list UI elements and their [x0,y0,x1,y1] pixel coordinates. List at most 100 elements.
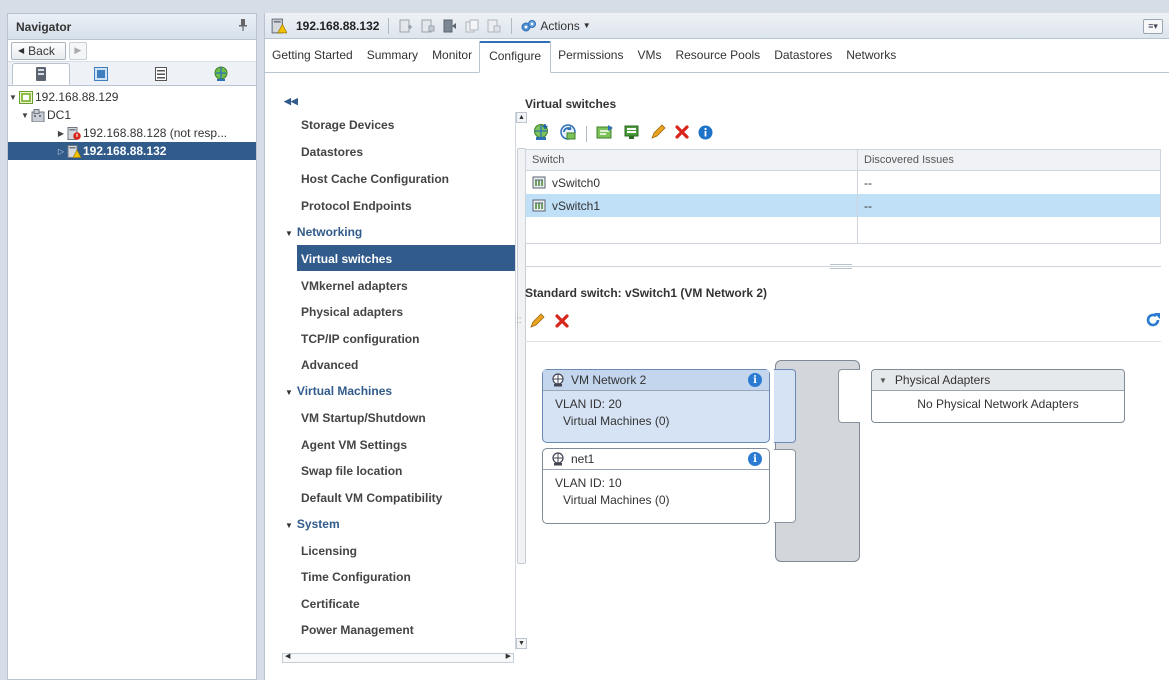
port-group-vm-network-2[interactable]: VM Network 2 i VLAN ID: 20 Virtual Machi… [542,369,770,443]
expand-arrow-icon[interactable]: ▼ [20,111,30,120]
gears-icon [521,19,537,31]
refresh-network-icon[interactable] [559,123,577,144]
tree-item-vcenter[interactable]: ▼ 192.168.88.129 [8,88,256,106]
nav-item-physical-adapters[interactable]: Physical adapters [301,305,403,319]
nav-item-vm-startup-shutdown[interactable]: VM Startup/Shutdown [301,411,426,425]
switch-cell: vSwitch1 [526,194,858,217]
nav-item-host-cache[interactable]: Host Cache Configuration [301,172,449,186]
info-icon[interactable]: i [748,373,762,387]
add-networking-icon[interactable] [532,123,550,144]
nav-group-label: System [296,517,340,531]
tree-item-datacenter[interactable]: ▼ DC1 [8,106,256,124]
tab-networks[interactable]: Networks [839,48,903,72]
tab-getting-started[interactable]: Getting Started [265,48,360,72]
tab-monitor[interactable]: Monitor [425,48,479,72]
manage-physical-adapters-icon[interactable] [623,124,641,143]
nav-item-tcpip-configuration[interactable]: TCP/IP configuration [301,332,419,346]
toolbar-separator [586,125,587,142]
nav-item-advanced[interactable]: Advanced [301,358,358,372]
hosts-and-clusters-tab[interactable] [12,63,70,85]
nav-item-swap-file-location[interactable]: Swap file location [301,464,402,478]
nav-item-default-vm-compatibility[interactable]: Default VM Compatibility [301,491,442,505]
new-vapp-icon[interactable] [420,18,436,34]
tree-item-host-128[interactable]: ▶ 192.168.88.128 (not resp... [8,124,256,142]
nav-horizontal-scrollbar[interactable]: ◀ ▶ [282,653,514,663]
splitter-grip[interactable] [830,264,852,269]
nav-item-storage-devices[interactable]: Storage Devices [301,118,394,132]
nav-item-time-configuration[interactable]: Time Configuration [301,570,411,584]
nav-group-system[interactable]: ▼ System [285,517,340,531]
table-row[interactable]: vSwitch0 -- [526,171,1160,194]
port-group-details: VLAN ID: 10 Virtual Machines (0) [543,470,769,514]
pin-icon[interactable] [238,19,248,34]
nav-item-vmkernel-adapters[interactable]: VMkernel adapters [301,279,408,293]
nav-group-virtual-machines[interactable]: ▼ Virtual Machines [285,384,392,398]
virtual-machines-count: Virtual Machines (0) [563,493,670,507]
switch-name: vSwitch0 [552,175,601,190]
networking-icon [214,66,228,81]
column-header-switch[interactable]: Switch [526,150,858,170]
expand-arrow-icon[interactable]: ▷ [56,147,66,156]
panel-splitter[interactable]: :: [516,315,522,326]
navigator-view-tabs [8,62,256,86]
nav-item-protocol-endpoints[interactable]: Protocol Endpoints [301,199,412,213]
disconnect-icon[interactable] [486,18,502,34]
tab-permissions[interactable]: Permissions [551,48,630,72]
nav-item-agent-vm-settings[interactable]: Agent VM Settings [301,438,407,452]
switch-name: vSwitch1 [552,198,601,213]
info-icon[interactable] [698,125,713,143]
back-button[interactable]: ◀ Back [11,41,66,60]
nav-item-virtual-switches[interactable]: Virtual switches [301,252,392,266]
migrate-adapter-icon[interactable] [596,124,614,143]
nav-item-certificate[interactable]: Certificate [301,597,360,611]
panel-menu-button[interactable]: ≡▾ [1143,19,1163,34]
tab-vms[interactable]: VMs [630,48,668,72]
switch-uplink-port[interactable] [838,369,860,423]
tab-configure[interactable]: Configure [479,41,552,73]
networking-tab[interactable] [192,63,250,85]
port-group-name: net1 [571,452,595,466]
collapse-triangle-icon: ▼ [879,375,887,385]
storage-tab[interactable] [132,63,190,85]
scroll-left-icon[interactable]: ◀ [285,652,290,660]
enter-maintenance-icon[interactable] [442,18,458,34]
switch-port-net1[interactable] [774,449,796,523]
back-button-label: Back [28,43,55,58]
tab-resource-pools[interactable]: Resource Pools [668,48,767,72]
delete-x-icon[interactable] [555,314,569,331]
refresh-icon[interactable] [1145,312,1161,333]
port-group-header: net1 i [543,449,769,470]
reconnect-icon[interactable] [464,18,480,34]
empty-cell [858,217,1160,243]
scroll-right-icon[interactable]: ▶ [506,652,511,660]
info-icon[interactable]: i [748,452,762,466]
collapse-nav-icon[interactable]: ◀◀ [284,96,298,107]
vms-and-templates-tab[interactable] [72,63,130,85]
tab-summary[interactable]: Summary [360,48,425,72]
edit-pencil-icon[interactable] [650,124,666,143]
port-group-net1[interactable]: net1 i VLAN ID: 10 Virtual Machines (0) [542,448,770,524]
nav-group-networking[interactable]: ▼ Networking [285,225,362,239]
actions-menu-button[interactable]: Actions ▼ [521,19,591,33]
divider [525,341,1161,342]
nav-item-licensing[interactable]: Licensing [301,544,357,558]
forward-button[interactable]: ▶ [68,41,87,60]
nav-item-power-management[interactable]: Power Management [301,623,414,637]
tab-datastores[interactable]: Datastores [767,48,839,72]
new-vm-icon[interactable] [398,18,414,34]
delete-x-icon[interactable] [675,125,689,142]
inventory-tree: ▼ 192.168.88.129 ▼ DC1 ▶ 192.168.88.128 … [8,86,256,160]
back-arrow-icon: ◀ [18,46,25,55]
switch-port-vm-network-2[interactable] [774,369,796,443]
toolbar-separator [388,17,390,34]
column-header-discovered-issues[interactable]: Discovered Issues [858,150,1160,170]
nav-group-label: Virtual Machines [296,384,393,398]
edit-pencil-icon[interactable] [529,313,545,332]
tree-item-host-132[interactable]: ▷ 192.168.88.132 [8,142,256,160]
physical-adapters-box[interactable]: ▼ Physical Adapters No Physical Network … [871,369,1125,423]
expand-arrow-icon[interactable]: ▼ [8,93,18,102]
nav-item-datastores[interactable]: Datastores [301,145,363,159]
physical-adapters-header[interactable]: ▼ Physical Adapters [872,370,1124,391]
expand-arrow-icon[interactable]: ▶ [56,129,66,138]
table-row[interactable]: vSwitch1 -- [526,194,1160,217]
